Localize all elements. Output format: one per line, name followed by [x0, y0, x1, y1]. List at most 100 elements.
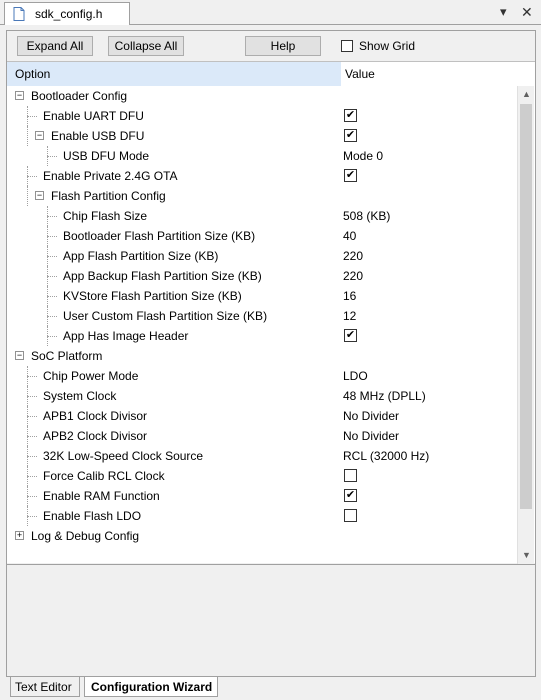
option-label: Force Calib RCL Clock — [43, 469, 165, 483]
tree-row[interactable]: System Clock 48 MHz (DPLL) — [7, 386, 517, 406]
option-value[interactable]: 220 — [343, 249, 363, 263]
collapse-node-icon[interactable]: − — [15, 351, 24, 360]
option-label: Bootloader Config — [31, 89, 128, 103]
option-value[interactable]: 508 (KB) — [343, 209, 390, 223]
tree-row[interactable]: App Flash Partition Size (KB) 220 — [7, 246, 517, 266]
tree-guide-line — [47, 226, 48, 246]
option-value[interactable]: No Divider — [343, 429, 399, 443]
dropdown-arrow-icon[interactable]: ▾ — [500, 4, 507, 20]
option-label: KVStore Flash Partition Size (KB) — [63, 289, 242, 303]
scroll-up-icon[interactable]: ▲ — [518, 86, 535, 103]
tree-connector — [27, 456, 37, 457]
scrollbar-thumb[interactable] — [520, 104, 532, 509]
tree-row[interactable]: APB2 Clock Divisor No Divider — [7, 426, 517, 446]
checked-checkbox[interactable]: ✔ — [344, 129, 357, 142]
collapse-all-button[interactable]: Collapse All — [108, 36, 184, 56]
tree-row[interactable]: 32K Low-Speed Clock Source RCL (32000 Hz) — [7, 446, 517, 466]
tree-guide-line — [27, 426, 28, 446]
tree-row[interactable]: App Backup Flash Partition Size (KB) 220 — [7, 266, 517, 286]
checked-checkbox[interactable]: ✔ — [344, 109, 357, 122]
option-value[interactable]: 12 — [343, 309, 356, 323]
option-value[interactable]: Mode 0 — [343, 149, 383, 163]
tree-row[interactable]: Enable UART DFU ✔ — [7, 106, 517, 126]
tree-row[interactable]: Enable Private 2.4G OTA ✔ — [7, 166, 517, 186]
show-grid-checkbox[interactable] — [341, 40, 353, 52]
document-tab-label: sdk_config.h — [35, 7, 103, 21]
unchecked-checkbox[interactable] — [344, 469, 357, 482]
show-grid-label: Show Grid — [359, 39, 416, 53]
option-value[interactable]: 40 — [343, 229, 356, 243]
value-column-header[interactable]: Value — [341, 62, 517, 86]
tree-connector — [47, 156, 57, 157]
tree-connector — [47, 296, 57, 297]
scroll-down-icon[interactable]: ▼ — [518, 547, 535, 564]
tree-row[interactable]: Chip Flash Size 508 (KB) — [7, 206, 517, 226]
tree-connector — [47, 316, 57, 317]
vertical-scrollbar[interactable]: ▲ ▼ — [517, 86, 534, 564]
tree-row[interactable]: − SoC Platform — [7, 346, 517, 366]
option-label: Chip Flash Size — [63, 209, 148, 223]
tree-row[interactable]: USB DFU Mode Mode 0 — [7, 146, 517, 166]
checked-checkbox[interactable]: ✔ — [344, 489, 357, 502]
tree-connector — [27, 376, 37, 377]
tree-row[interactable]: Bootloader Flash Partition Size (KB) 40 — [7, 226, 517, 246]
collapse-node-icon[interactable]: − — [35, 131, 44, 140]
tree-row[interactable]: − Bootloader Config — [7, 86, 517, 106]
help-button[interactable]: Help — [245, 36, 321, 56]
tree-guide-line — [47, 266, 48, 286]
tree-connector — [47, 256, 57, 257]
show-grid-toggle[interactable]: Show Grid — [341, 39, 415, 53]
tree-connector — [27, 496, 37, 497]
tree-connector — [47, 236, 57, 237]
tab-text-editor[interactable]: Text Editor — [10, 677, 80, 697]
option-value[interactable]: 48 MHz (DPLL) — [343, 389, 426, 403]
option-column-header[interactable]: Option — [7, 62, 341, 86]
option-label: Chip Power Mode — [43, 369, 139, 383]
tree-connector — [27, 436, 37, 437]
checked-checkbox[interactable]: ✔ — [344, 169, 357, 182]
file-icon — [13, 7, 25, 21]
tree-connector — [27, 176, 37, 177]
option-label: App Has Image Header — [63, 329, 189, 343]
description-pane — [7, 564, 535, 676]
option-label: Enable RAM Function — [43, 489, 160, 503]
checked-checkbox[interactable]: ✔ — [344, 329, 357, 342]
tree-connector — [47, 336, 57, 337]
tree-row[interactable]: Enable RAM Function ✔ — [7, 486, 517, 506]
expand-all-button[interactable]: Expand All — [17, 36, 93, 56]
collapse-node-icon[interactable]: − — [15, 91, 24, 100]
tree-guide-line — [47, 146, 48, 166]
unchecked-checkbox[interactable] — [344, 509, 357, 522]
option-label: User Custom Flash Partition Size (KB) — [63, 309, 268, 323]
tree-guide-line — [27, 126, 28, 146]
tree-guide-line — [27, 106, 28, 126]
expand-node-icon[interactable]: + — [15, 531, 24, 540]
tree-row[interactable]: Enable Flash LDO — [7, 506, 517, 526]
option-label: App Flash Partition Size (KB) — [63, 249, 219, 263]
tree-row[interactable]: Force Calib RCL Clock — [7, 466, 517, 486]
option-label: Enable Flash LDO — [43, 509, 142, 523]
option-label: Log & Debug Config — [31, 529, 140, 543]
option-value[interactable]: No Divider — [343, 409, 399, 423]
option-value[interactable]: 16 — [343, 289, 356, 303]
tree-row[interactable]: + Log & Debug Config — [7, 526, 517, 546]
configuration-wizard-panel: Expand All Collapse All Help Show Grid O… — [6, 30, 536, 677]
tree-row[interactable]: APB1 Clock Divisor No Divider — [7, 406, 517, 426]
tree-row[interactable]: User Custom Flash Partition Size (KB) 12 — [7, 306, 517, 326]
option-value[interactable]: 220 — [343, 269, 363, 283]
tree-row[interactable]: Chip Power Mode LDO — [7, 366, 517, 386]
tree-row[interactable]: App Has Image Header ✔ — [7, 326, 517, 346]
tree-row[interactable]: − Flash Partition Config — [7, 186, 517, 206]
option-value[interactable]: LDO — [343, 369, 368, 383]
tree-row[interactable]: KVStore Flash Partition Size (KB) 16 — [7, 286, 517, 306]
document-tab[interactable]: sdk_config.h — [4, 2, 130, 25]
config-tree: Option Value − Bootloader Config Enable UA… — [7, 61, 535, 564]
collapse-node-icon[interactable]: − — [35, 191, 44, 200]
option-value[interactable]: RCL (32000 Hz) — [343, 449, 429, 463]
option-label: Flash Partition Config — [51, 189, 166, 203]
tree-row[interactable]: − Enable USB DFU ✔ — [7, 126, 517, 146]
tab-configuration-wizard[interactable]: Configuration Wizard — [84, 677, 218, 697]
tree-connector — [47, 276, 57, 277]
tree-guide-line — [27, 186, 28, 206]
close-icon[interactable]: ✕ — [521, 4, 533, 21]
